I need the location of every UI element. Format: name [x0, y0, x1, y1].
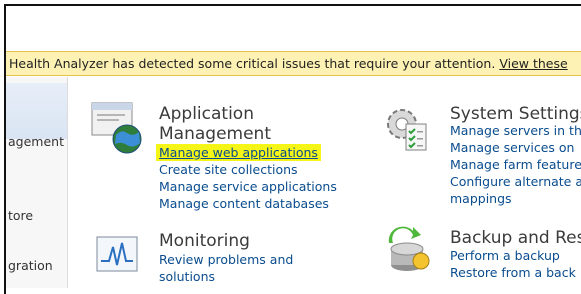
configure-alternate-access-link-line2[interactable]: mappings	[450, 190, 581, 207]
alert-text: Health Analyzer has detected some critic…	[9, 56, 496, 71]
manage-services-link[interactable]: Manage services on	[450, 139, 581, 156]
monitoring-chart-icon	[96, 236, 138, 272]
app-management-links: Manage web applications Create site coll…	[156, 144, 337, 212]
manage-farm-features-link[interactable]: Manage farm feature	[450, 156, 581, 173]
system-settings-links: Manage servers in th Manage services on …	[450, 122, 581, 207]
manage-content-databases-link[interactable]: Manage content databases	[159, 195, 337, 212]
health-analyzer-alert-bar: Health Analyzer has detected some critic…	[6, 51, 581, 76]
create-site-collections-link[interactable]: Create site collections	[159, 161, 337, 178]
web-application-globe-icon	[91, 102, 142, 154]
manage-servers-link[interactable]: Manage servers in th	[450, 122, 581, 139]
left-navigation: agement tore gration	[6, 77, 68, 288]
nav-item-migration[interactable]: gration	[8, 258, 53, 273]
app-management-title-line1[interactable]: Application	[159, 104, 254, 124]
backup-restore-title[interactable]: Backup and Res	[450, 228, 581, 248]
selected-nav-item[interactable]	[6, 83, 67, 139]
gear-checklist-icon	[387, 109, 427, 151]
review-problems-link[interactable]: Review problems and	[159, 251, 293, 268]
manage-service-applications-link[interactable]: Manage service applications	[159, 178, 337, 195]
review-problems-link-line2[interactable]: solutions	[159, 268, 293, 285]
monitoring-title[interactable]: Monitoring	[159, 231, 250, 251]
view-issues-link[interactable]: View these	[499, 56, 567, 71]
system-settings-title[interactable]: System Settings	[450, 104, 581, 124]
monitoring-links: Review problems and solutions	[159, 251, 293, 285]
nav-item-management[interactable]: agement	[8, 134, 64, 149]
backup-drive-icon	[388, 226, 430, 271]
manage-web-applications-link[interactable]: Manage web applications	[156, 144, 321, 161]
backup-restore-links: Perform a backup Restore from a back	[450, 247, 576, 281]
nav-item-store[interactable]: tore	[8, 208, 33, 223]
app-management-title-line2[interactable]: Management	[159, 124, 271, 144]
restore-from-backup-link[interactable]: Restore from a back	[450, 264, 576, 281]
configure-alternate-access-link[interactable]: Configure alternate a	[450, 173, 581, 190]
perform-backup-link[interactable]: Perform a backup	[450, 247, 576, 264]
